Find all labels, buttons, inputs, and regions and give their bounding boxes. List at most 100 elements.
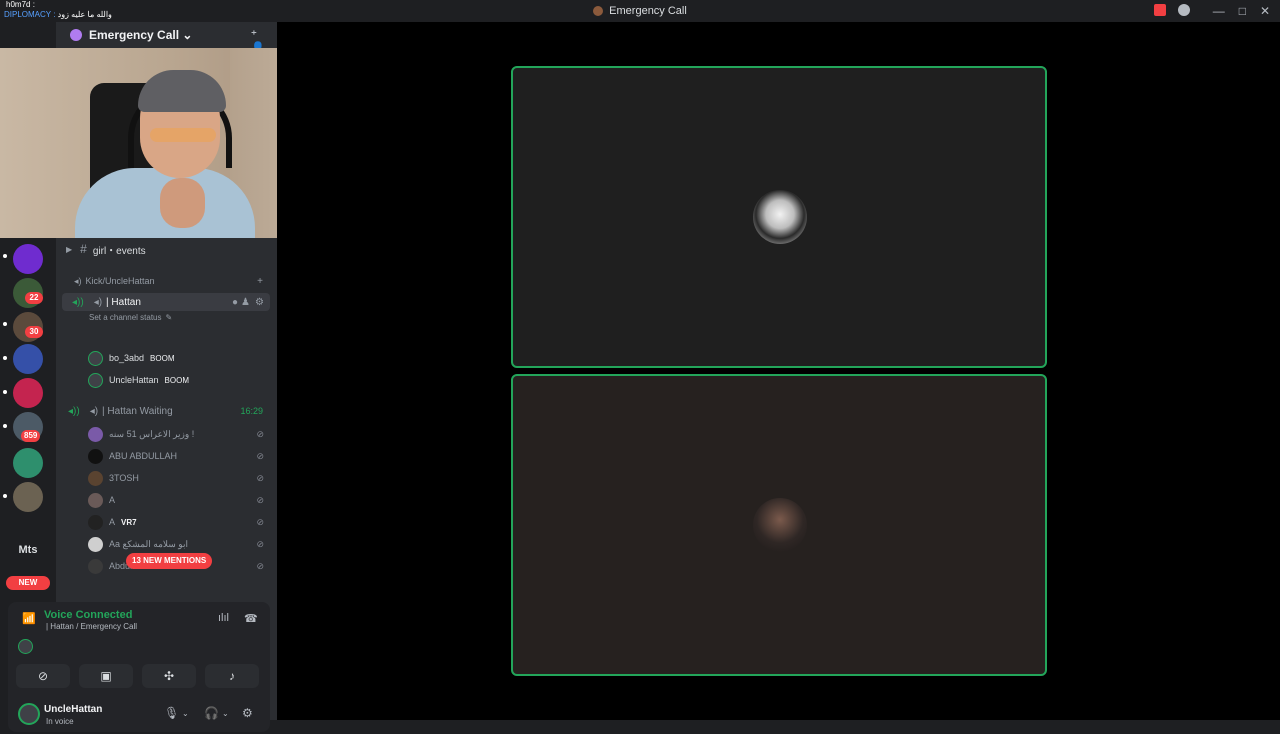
server-icon[interactable] [13,378,43,408]
voice-category[interactable]: ◂) Kick/UncleHattan + [56,272,277,290]
user-avatar[interactable] [18,703,40,725]
call-stage [277,22,1280,720]
member-tag: VR7 [121,517,137,527]
server-icon[interactable] [13,448,43,478]
help-icon[interactable] [1178,4,1190,16]
soundboard-button[interactable]: ♪ [205,664,259,688]
member-tag: BOOM [164,375,189,385]
unread-pip [3,356,7,360]
user-area: UncleHattan In voice 🎙 ⌄ 🎧 ⌄ ⚙ [8,698,270,734]
category-name: Kick/UncleHattan [85,276,155,286]
participant-avatar [753,190,807,244]
maximize-button[interactable]: □ [1239,4,1246,18]
server-name: Emergency Call ⌄ [89,28,193,42]
title-bar: Emergency Call — □ ✕ [0,0,1280,22]
mic-off-icon: ⊘ [256,472,264,483]
pencil-icon: ✎ [165,312,173,322]
chat-icon[interactable]: ● [232,297,238,308]
avatar [88,372,103,388]
channel-name: | Hattan Waiting [102,405,173,417]
disconnect-icon[interactable]: ☎ [244,612,258,625]
invite-icon[interactable]: ♟ [241,297,250,308]
camera-off-button[interactable]: ⊘ [16,664,70,688]
add-member-icon[interactable]: ⁺👤 [251,28,265,54]
mic-off-icon: ⊘ [256,494,264,505]
mic-off-icon: ⊘ [256,560,264,571]
avatar [88,558,103,574]
channel-status-hint[interactable]: Set a channel status ✎ [56,310,277,324]
noise-suppression-icon[interactable]: ılıl [218,612,229,624]
gear-icon[interactable]: ⚙ [242,706,253,720]
hash-icon: # [80,242,87,256]
inbox-icon[interactable] [1154,4,1166,16]
mic-off-icon: ⊘ [256,450,264,461]
member-name: 3TOSH [109,473,139,483]
new-mentions-pill[interactable]: 13 NEW MENTIONS [126,553,213,569]
mention-badge: 22 [25,292,43,304]
gear-icon[interactable]: ⚙ [255,297,264,308]
mic-off-icon: ⊘ [256,428,264,439]
minimize-button[interactable]: — [1213,4,1225,18]
server-icon[interactable] [13,344,43,374]
headphones-icon[interactable]: 🎧 [204,706,219,720]
close-button[interactable]: ✕ [1260,4,1270,18]
voice-channel-hattan[interactable]: ◂)) ◂) | Hattan ● ♟ ⚙ [62,293,270,311]
app-icon [593,6,604,16]
stream-chat-overlay: h0m7d : DIPLOMACY : والله ما عليه زود [4,0,112,19]
member-name: UncleHattan [109,375,159,385]
voice-status-title[interactable]: Voice Connected [44,609,132,621]
voice-member[interactable]: UncleHattan BOOM [88,371,189,389]
server-icon[interactable] [13,244,43,274]
voice-channel-waiting[interactable]: ◂)) ◂) | Hattan Waiting 16:29 [56,402,277,420]
activities-button[interactable]: ✣ [142,664,196,688]
chat-username: h0m7d [6,0,31,9]
speaker-icon: ◂) [93,296,103,308]
waiting-member[interactable]: A ⊘ [88,491,277,509]
waiting-member[interactable]: ABU ABDULLAH ⊘ [88,447,277,465]
unread-pip [3,322,7,326]
waiting-member[interactable]: A VR7 ⊘ [88,513,277,531]
server-icon-text[interactable]: Mts [13,544,43,560]
chevron-down-icon[interactable]: ⌄ [182,709,189,718]
voice-channel-path[interactable]: | Hattan / Emergency Call [46,622,137,631]
waiting-member[interactable]: Aa ابو سلامه المشكع ⊘ [88,535,277,553]
user-status: In voice [46,717,74,726]
new-unreads-pill[interactable]: NEW [6,576,50,590]
avatar [88,470,103,486]
mention-badge: 859 [21,430,41,442]
member-name: ABU ABDULLAH [109,451,178,461]
waiting-member[interactable]: وزير الاعراس 51 سنه ! ⊘ [88,425,277,443]
username[interactable]: UncleHattan [44,704,102,715]
chevron-right-icon: ▶ [66,244,73,254]
signal-icon[interactable]: 📶 [22,612,36,626]
text-channel[interactable]: ▶ # girl・events [56,240,277,258]
participant-tile[interactable] [511,66,1047,368]
participant-tile[interactable] [511,374,1047,676]
voice-member[interactable]: bo_3abd BOOM [88,349,175,367]
member-name: bo_3abd [109,353,145,363]
participant-avatar [753,498,807,552]
waiting-member[interactable]: 3TOSH ⊘ [88,469,277,487]
microphone-icon[interactable]: 🎙 [164,706,179,720]
avatar [88,514,103,530]
channel-name: | Hattan [106,296,141,308]
channel-name: girl・events [92,245,146,257]
mic-off-icon: ⊘ [256,538,264,549]
server-icon[interactable] [13,482,43,512]
member-name: وزير الاعراس 51 سنه ! [109,428,195,439]
plus-icon[interactable]: + [257,276,263,287]
screen-share-button[interactable]: ▣ [79,664,133,688]
avatar [88,350,103,366]
speaking-icon: ◂)) [68,405,80,417]
member-name: A [109,495,116,505]
channel-list: ▶ # girl・events ◂) Kick/UncleHattan + ◂)… [56,238,277,578]
status-hint-text: Set a channel status [89,312,162,322]
chevron-down-icon[interactable]: ⌄ [222,709,229,718]
avatar[interactable] [18,639,33,654]
member-tag: BOOM [150,353,175,363]
unread-pip [3,254,7,258]
unread-pip [3,494,7,498]
member-name: A [109,517,116,527]
channel-timer: 16:29 [240,406,263,416]
unread-pip [3,390,7,394]
